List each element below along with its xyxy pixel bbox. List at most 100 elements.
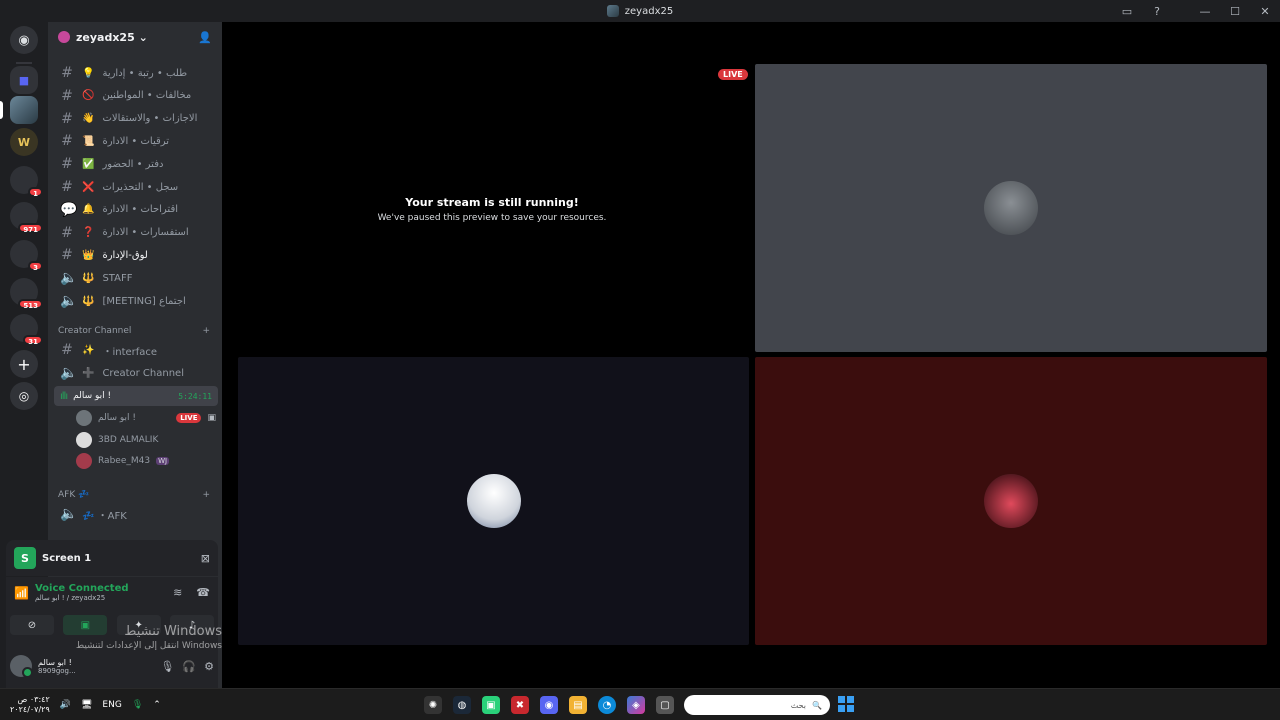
inbox-icon[interactable]: ▭ [1112, 0, 1142, 22]
hash-icon: # [61, 342, 73, 358]
steam-icon[interactable]: ◍ [453, 696, 471, 714]
badge: 513 [18, 299, 43, 310]
channel-item[interactable]: # ❌ سجل • التحذيرات [56, 177, 216, 197]
folder-icon[interactable]: ■ [10, 66, 38, 94]
language-indicator[interactable]: ENG [102, 700, 121, 710]
channel-label: لوق-الإدارة [102, 249, 148, 261]
help-icon[interactable]: ? [1142, 0, 1172, 22]
signal-icon[interactable]: 📶 [14, 586, 29, 600]
voice-user[interactable]: ابو سالم ! LIVE ▣ [76, 408, 216, 428]
channel-label: طلب • رتبة • إدارية [102, 67, 188, 79]
taskbar-search[interactable]: بحث 🔍 [684, 695, 830, 715]
channel-item[interactable]: 💬 🔔 اقتراحات • الادارة [56, 200, 216, 220]
voice-status[interactable]: Voice Connected [35, 583, 129, 594]
camera-off-button[interactable]: ⊘ [10, 615, 54, 635]
minimize-button[interactable]: — [1190, 0, 1220, 22]
server-folder-1[interactable]: 1 [10, 166, 43, 198]
hash-icon: # [61, 87, 73, 104]
edge-icon[interactable]: ◔ [598, 696, 616, 714]
close-button[interactable]: ✕ [1250, 0, 1280, 22]
server-folder-5[interactable]: 31 [10, 314, 43, 346]
channel-emoji: 👋 [82, 113, 95, 125]
server-gold-icon[interactable]: W [10, 128, 38, 156]
server-folder-3[interactable]: 3 [10, 240, 43, 272]
channel-afk[interactable]: 🔈 💤 ・AFK [56, 504, 216, 524]
channel-item[interactable]: # ❓ استفسارات • الادارة [56, 223, 216, 243]
category-afk[interactable]: AFK 💤 + [58, 490, 210, 500]
badge: 3 [28, 261, 43, 272]
channel-emoji: 🚫 [82, 90, 95, 102]
add-server-icon[interactable]: + [10, 350, 38, 378]
active-voice-channel[interactable]: ıllı ابو سالم ! 5:24:11 [54, 386, 218, 406]
voice-user[interactable]: Rabee_M43 WJ [76, 451, 216, 471]
discover-icon[interactable]: ◎ [10, 382, 38, 410]
user-tag: 8909gog... [38, 666, 76, 675]
channel-item[interactable]: # 💡 طلب • رتبة • إدارية [56, 63, 216, 83]
title-bar: zeyadx25 ▭ ? — ☐ ✕ [0, 0, 1280, 22]
maximize-button[interactable]: ☐ [1220, 0, 1250, 22]
stop-stream-icon[interactable]: ⊠ [201, 552, 210, 565]
user-panel: ابو سالم ! 8909gog... 🎙 🎧 ⚙ [10, 651, 214, 681]
network-icon[interactable]: 🖥 [81, 700, 92, 710]
window-title: zeyadx25 [606, 5, 673, 17]
channel-item[interactable]: # 👋 الاجازات • والاستقالات [56, 109, 216, 129]
hash-icon: # [61, 179, 73, 195]
participant-tile[interactable] [755, 64, 1267, 352]
file-explorer-icon[interactable]: ▤ [569, 696, 587, 714]
hash-icon: # [61, 133, 73, 150]
participant-tile[interactable] [755, 357, 1267, 645]
voice-user[interactable]: 3BD ALMALIK [76, 430, 216, 450]
user-tag: WJ [156, 457, 170, 465]
clock[interactable]: ٠٣:٤٢ ص ٢٠٢٤/٠٧/٢٩ [10, 695, 50, 715]
avatar [466, 474, 521, 528]
screen-icon: ▣ [207, 413, 216, 423]
avatar [76, 453, 92, 469]
show-hidden-icons[interactable]: ⌃ [153, 700, 161, 710]
app-icon[interactable]: ✺ [424, 696, 442, 714]
screen-icon: S [14, 547, 36, 569]
volume-icon[interactable]: 🔊 [60, 700, 71, 710]
channel-label: STAFF [102, 272, 133, 284]
settings-gear-icon[interactable]: ⚙ [204, 660, 214, 673]
server-header[interactable]: zeyadx25 ⌄ 👤 [48, 22, 222, 52]
channel-item[interactable]: # ✅ دفتر • الحضور [56, 154, 216, 174]
search-icon: 🔍 [812, 700, 822, 710]
copilot-icon[interactable]: ◈ [627, 696, 645, 714]
headphones-icon[interactable]: 🎧 [182, 660, 196, 673]
server-folder-4[interactable]: 513 [10, 278, 43, 310]
channel-item[interactable]: # 🚫 مخالفات • المواطنين [56, 86, 216, 106]
channel-emoji: ✅ [82, 158, 95, 170]
task-view-icon[interactable]: ▢ [656, 696, 674, 714]
participant-tile[interactable] [238, 357, 749, 645]
channel-item[interactable]: # 📜 ترقيات • الادارة [56, 131, 216, 151]
server-folder-2[interactable]: 971 [10, 202, 43, 234]
category-creator[interactable]: Creator Channel + [58, 326, 210, 336]
discord-home-icon[interactable]: ◉ [10, 26, 38, 54]
disconnect-icon[interactable]: ☎ [196, 586, 210, 599]
channel-emoji: 💡 [82, 67, 95, 79]
discord-icon[interactable]: ◉ [540, 696, 558, 714]
channel-item[interactable]: 🔈 🔱 [MEETING] اجتماع [56, 291, 216, 311]
live-badge: LIVE [718, 69, 748, 80]
channel-creator[interactable]: 🔈 ➕ Creator Channel [56, 363, 216, 383]
channel-item[interactable]: # 👑 لوق-الإدارة [56, 245, 216, 265]
avatar[interactable] [10, 655, 33, 678]
speaker-icon: 🔈 [60, 365, 78, 381]
channel-emoji: ❓ [82, 227, 95, 239]
voice-stage: Your stream is still running! We've paus… [224, 22, 1280, 688]
mic-in-use-icon[interactable]: 🎙 [132, 700, 143, 710]
app-icon[interactable]: ▣ [482, 696, 500, 714]
microphone-icon[interactable]: 🎙 [160, 660, 174, 673]
stream-paused-tile[interactable]: Your stream is still running! We've paus… [238, 64, 746, 354]
noise-suppression-icon[interactable]: ≋ [173, 586, 182, 599]
start-button-icon[interactable] [838, 696, 854, 712]
add-member-icon[interactable]: 👤 [198, 31, 212, 44]
windows-activation-watermark: تنشيط Windows انتقل إلى الإعدادات لتنشيط… [75, 624, 222, 651]
voice-location[interactable]: ابو سالم ! / zeyadx25 [35, 594, 129, 602]
server-zeyadx25[interactable] [10, 96, 38, 124]
user-name: ابو سالم ! [38, 657, 72, 667]
channel-item[interactable]: 🔈 🔱 STAFF [56, 268, 216, 288]
channel-label: استفسارات • الادارة [102, 227, 189, 239]
app-icon[interactable]: ✖ [511, 696, 529, 714]
channel-interface[interactable]: # ✨ ・interface [56, 340, 216, 360]
